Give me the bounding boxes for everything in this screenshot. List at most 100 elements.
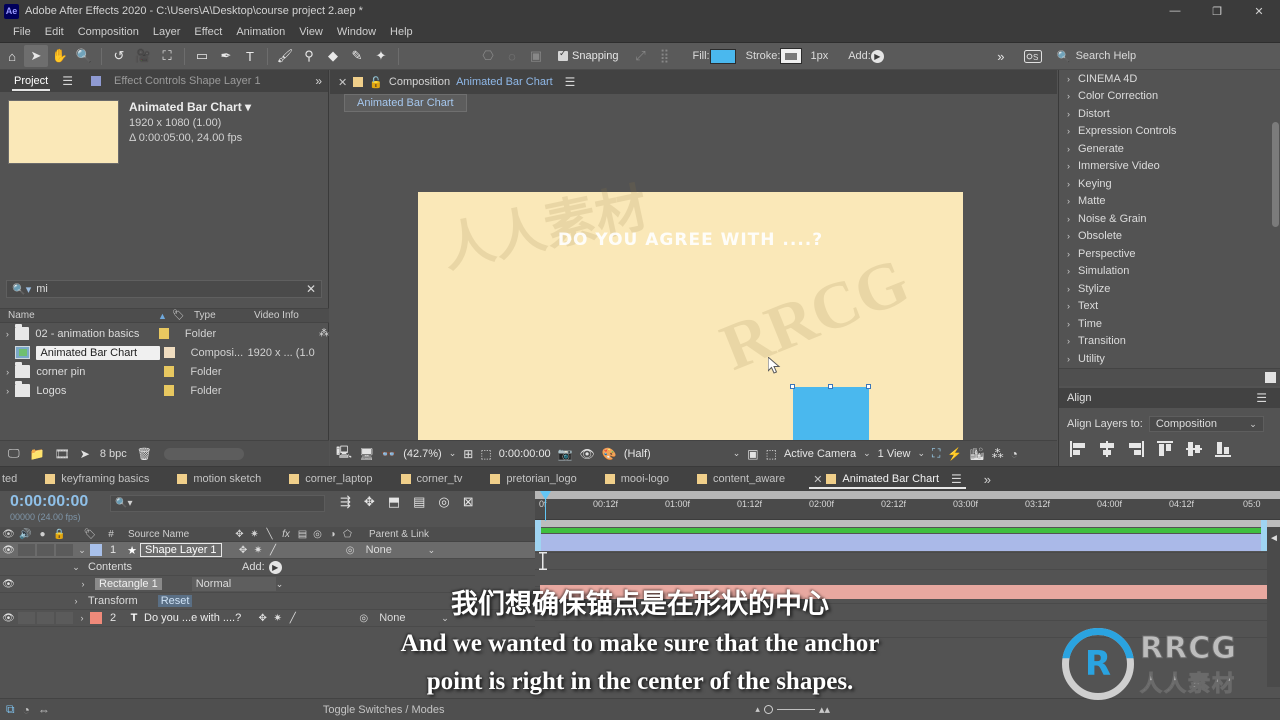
twirl-icon[interactable]: › xyxy=(1067,249,1070,259)
lock-icon[interactable]: 🔓 xyxy=(369,76,383,89)
column-header-name[interactable]: Name xyxy=(0,310,150,321)
layer-name-input[interactable]: Shape Layer 1 xyxy=(140,543,222,557)
add-property-icon[interactable]: ▶ xyxy=(268,560,282,574)
align-horizontal-center-icon[interactable] xyxy=(1098,440,1116,458)
effect-category-row[interactable]: › Perspective xyxy=(1059,245,1280,263)
pixel-aspect-icon[interactable]: ⛶ xyxy=(932,446,940,461)
layer-number-header[interactable]: # xyxy=(100,529,122,540)
view-count-caret-icon[interactable]: ⌄ xyxy=(917,448,925,459)
snapping-checkbox[interactable]: Snapping xyxy=(558,48,619,62)
lock-toggle-cell[interactable] xyxy=(56,544,73,556)
parent-link-header[interactable]: Parent & Link xyxy=(369,529,459,540)
menu-animation[interactable]: Animation xyxy=(229,24,292,40)
twirl-icon[interactable]: › xyxy=(1067,126,1070,136)
parent-value[interactable]: None xyxy=(366,544,428,556)
region-of-interest-icon[interactable]: ⬚ xyxy=(480,447,491,461)
tab-animated-bar-chart[interactable]: ✕ Animated Bar Chart ☰ xyxy=(799,468,976,490)
effects-scrollbar[interactable] xyxy=(1272,122,1279,227)
close-icon[interactable]: ✕ xyxy=(813,473,822,486)
comp-flowchart-icon[interactable]: ⁂ xyxy=(992,447,1004,461)
twirl-icon[interactable]: ⌄ xyxy=(68,562,84,573)
work-area-end-handle[interactable] xyxy=(1261,520,1267,527)
magnification-caret-icon[interactable]: ⌄ xyxy=(449,448,457,459)
align-bottom-icon[interactable] xyxy=(1214,440,1232,458)
rotation-tool-icon[interactable]: ↺ xyxy=(107,45,131,67)
align-left-icon[interactable] xyxy=(1069,440,1087,458)
mask-feather-icon[interactable]: ⎔ xyxy=(476,45,500,67)
always-preview-icon[interactable]: 🖳 xyxy=(336,443,352,464)
main-view-icon[interactable]: 🖥 xyxy=(359,447,374,461)
project-panel-menu-icon[interactable]: ☰ xyxy=(56,74,79,88)
home-icon[interactable]: ⌂ xyxy=(0,45,24,67)
twirl-icon[interactable]: › xyxy=(1067,144,1070,154)
opacity-icon[interactable]: ◌ xyxy=(500,45,524,67)
menu-view[interactable]: View xyxy=(292,24,330,40)
effects-category-list[interactable]: › CINEMA 4D › Color Correction › Distort › E… xyxy=(1059,70,1280,366)
delete-icon[interactable]: 🗑 xyxy=(137,447,152,461)
interpret-footage-icon[interactable]: ➤ xyxy=(80,447,90,461)
menu-composition[interactable]: Composition xyxy=(71,24,146,40)
stroke-color-swatch[interactable] xyxy=(780,48,803,64)
tab-ted[interactable]: ted xyxy=(0,469,31,489)
layer-duration-bar-blue[interactable] xyxy=(540,534,1267,551)
label-color-chip[interactable] xyxy=(163,385,175,396)
add-menu-icon[interactable]: ▶ xyxy=(870,49,884,63)
shy-icon[interactable]: ✥ xyxy=(236,545,251,556)
twirl-icon[interactable]: › xyxy=(1067,231,1070,241)
frame-blend-icon[interactable]: ◎ xyxy=(438,494,449,510)
timeline-layer-row[interactable]: 👁 ⌄ 1 ★ Shape Layer 1 ✥ ✷ ╱ ◎ None ⌄ xyxy=(0,542,535,559)
timeline-panel-menu-icon[interactable]: ☰ xyxy=(945,472,962,486)
hide-shy-icon[interactable]: ▤ xyxy=(413,494,425,510)
timeline-playhead[interactable] xyxy=(540,491,551,521)
effect-category-row[interactable]: › Generate xyxy=(1059,140,1280,158)
menu-help[interactable]: Help xyxy=(383,24,420,40)
toggle-switches-modes-icon[interactable]: ⧉ xyxy=(6,702,15,717)
effect-category-row[interactable]: › Matte xyxy=(1059,193,1280,211)
collapse-icon[interactable]: ✷ xyxy=(251,545,266,556)
show-snapshot-icon[interactable]: 👁 xyxy=(580,447,595,461)
parent-caret-icon[interactable]: ⌄ xyxy=(428,545,436,556)
timeline-ruler[interactable]: 0f 00:12f 01:00f 01:12f 02:00f 02:12f 03… xyxy=(535,491,1280,527)
eraser-tool-icon[interactable]: ◆ xyxy=(321,45,345,67)
workspace-gear-icon[interactable]: S xyxy=(1021,45,1045,67)
project-search-input[interactable]: 🔍▾ mi ✕ xyxy=(6,280,322,298)
selection-handle-tr[interactable] xyxy=(866,384,871,389)
tab-mooi-logo[interactable]: mooi-logo xyxy=(591,469,683,489)
align-right-icon[interactable] xyxy=(1127,440,1145,458)
twirl-icon[interactable]: › xyxy=(1067,266,1070,276)
twirl-icon[interactable]: › xyxy=(0,329,15,339)
twirl-icon[interactable]: › xyxy=(1067,354,1070,364)
graph-editor-icon[interactable]: ⊠ xyxy=(463,494,474,510)
twirl-icon[interactable]: › xyxy=(0,367,15,377)
composition-viewer[interactable]: 人人素材 RRCG DO YOU AGREE WITH ....? xyxy=(330,112,1057,584)
motion-blur-icon[interactable]: ⇶ xyxy=(340,494,351,510)
align-layers-to-select[interactable]: Composition ⌄ xyxy=(1148,416,1264,432)
bit-depth-label[interactable]: 8 bpc xyxy=(100,448,127,460)
effect-category-row[interactable]: › Keying xyxy=(1059,175,1280,193)
camera-caret-icon[interactable]: ⌄ xyxy=(863,448,871,459)
tab-keyframing-basics[interactable]: keyframing basics xyxy=(31,469,163,489)
comp-timecode[interactable]: 0:00:00:00 xyxy=(499,448,551,460)
view-count-value[interactable]: 1 View xyxy=(878,448,911,460)
transparency-grid-icon[interactable]: ▣ xyxy=(747,447,758,461)
close-icon[interactable]: ✕ xyxy=(338,76,347,89)
twirl-icon[interactable]: › xyxy=(1067,161,1070,171)
source-name-header[interactable]: Source Name xyxy=(122,529,232,540)
expand-composition-icon[interactable]: ◔ xyxy=(23,703,30,717)
brush-tool-icon[interactable]: 🖌 xyxy=(273,45,297,67)
fill-color-swatch[interactable] xyxy=(709,48,736,64)
close-button[interactable]: ✕ xyxy=(1238,0,1280,22)
timeline-current-time[interactable]: 0:00:00:00 xyxy=(10,493,88,511)
twirl-icon[interactable]: › xyxy=(1067,196,1070,206)
project-row[interactable]: Animated Bar Chart Composi... 1920 x ...… xyxy=(0,343,329,362)
search-help-box[interactable]: 🔍 Search Help xyxy=(1057,50,1136,63)
timeline-work-area-top[interactable] xyxy=(535,491,1280,499)
tab-corner-laptop[interactable]: corner_laptop xyxy=(275,469,386,489)
label-color-chip[interactable] xyxy=(158,328,169,339)
selection-handle-tc[interactable] xyxy=(828,384,833,389)
twirl-icon[interactable]: › xyxy=(0,386,15,396)
keyframe-nav-icon[interactable]: ◄ xyxy=(1269,533,1279,547)
menu-window[interactable]: Window xyxy=(330,24,383,40)
zoom-tool-icon[interactable]: 🔍 xyxy=(72,45,96,67)
tab-motion-sketch[interactable]: motion sketch xyxy=(163,469,275,489)
